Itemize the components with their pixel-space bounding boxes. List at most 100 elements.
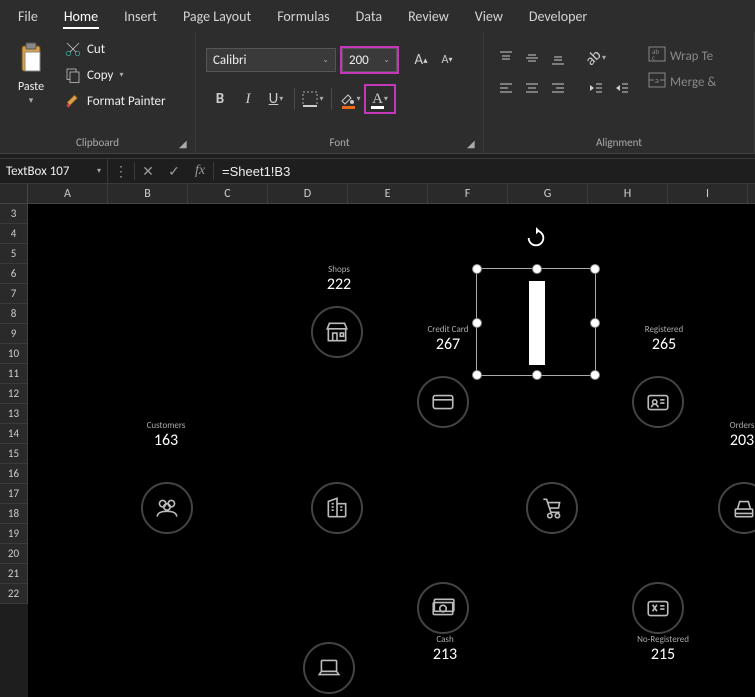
row-header[interactable]: 5 (0, 244, 27, 264)
borders-button[interactable]: ▾ (299, 86, 327, 112)
increase-font-button[interactable]: A▴ (409, 48, 433, 72)
row-header[interactable]: 15 (0, 444, 27, 464)
accept-formula-button[interactable]: ✓ (161, 159, 187, 183)
col-header[interactable]: I (668, 184, 748, 203)
tab-formulas[interactable]: Formulas (264, 2, 342, 31)
cut-button[interactable]: Cut (64, 40, 166, 58)
col-header[interactable]: G (508, 184, 588, 203)
resize-handle[interactable] (590, 370, 600, 380)
chevron-down-icon: ⌄ (322, 55, 329, 65)
align-left-button[interactable] (494, 76, 518, 100)
row-header[interactable]: 9 (0, 324, 27, 344)
tab-data[interactable]: Data (343, 2, 395, 31)
col-header[interactable]: F (428, 184, 508, 203)
tab-insert[interactable]: Insert (111, 2, 170, 31)
clipboard-icon (15, 42, 47, 74)
format-painter-button[interactable]: Format Painter (64, 92, 166, 110)
row-header[interactable]: 4 (0, 224, 27, 244)
fx-button[interactable]: fx (187, 159, 213, 183)
resize-handle[interactable] (590, 264, 600, 274)
italic-button[interactable]: I (234, 86, 262, 112)
fill-color-button[interactable]: ▾ (336, 86, 364, 112)
col-header[interactable]: B (108, 184, 188, 203)
align-bottom-button[interactable] (546, 46, 570, 70)
cancel-formula-button[interactable]: ✕ (135, 159, 161, 183)
font-name-select[interactable]: Calibri ⌄ (206, 48, 336, 72)
select-all-corner[interactable] (0, 184, 28, 203)
node-cash[interactable] (417, 582, 469, 634)
diagram-edges (28, 204, 328, 354)
resize-handle[interactable] (472, 370, 482, 380)
wrap-text-button[interactable]: abc Wrap Te (648, 46, 716, 66)
row-header[interactable]: 8 (0, 304, 27, 324)
col-header[interactable]: D (268, 184, 348, 203)
align-top-button[interactable] (494, 46, 518, 70)
tab-home[interactable]: Home (51, 2, 111, 31)
tab-file[interactable]: File (5, 2, 51, 31)
row-header[interactable]: 13 (0, 404, 27, 424)
node-building[interactable] (311, 482, 363, 534)
font-color-button[interactable]: A ▾ (366, 86, 394, 112)
font-dialog-launcher[interactable]: ◢ (467, 137, 481, 151)
tab-developer[interactable]: Developer (516, 2, 600, 31)
decrease-indent-button[interactable] (584, 76, 608, 100)
label-registered: Registered 265 (624, 324, 704, 354)
node-cart[interactable] (526, 482, 578, 534)
row-header[interactable]: 3 (0, 204, 27, 224)
clipboard-dialog-launcher[interactable]: ◢ (179, 137, 193, 151)
scissors-icon (64, 40, 82, 58)
hand-truck-icon (539, 495, 565, 521)
rotate-handle-icon[interactable] (525, 227, 547, 249)
resize-handle[interactable] (590, 318, 600, 328)
copy-button[interactable]: Copy ▾ (64, 66, 166, 84)
node-laptop[interactable] (303, 642, 355, 694)
decrease-font-button[interactable]: A▾ (435, 48, 459, 72)
row-header[interactable]: 16 (0, 464, 27, 484)
formula-input[interactable] (214, 164, 755, 179)
row-header[interactable]: 11 (0, 364, 27, 384)
align-center-button[interactable] (520, 76, 544, 100)
resize-handle[interactable] (472, 318, 482, 328)
font-size-select[interactable]: 200 ⌄ (342, 48, 397, 72)
col-header[interactable]: A (28, 184, 108, 203)
node-shops[interactable] (311, 306, 363, 358)
grid-area[interactable]: Shops 222 Customers 163 Credit Card 267 … (28, 204, 755, 697)
resize-handle[interactable] (532, 370, 542, 380)
row-header[interactable]: 12 (0, 384, 27, 404)
align-middle-button[interactable] (520, 46, 544, 70)
row-header[interactable]: 20 (0, 544, 27, 564)
increase-indent-button[interactable] (610, 76, 634, 100)
node-customers[interactable] (141, 482, 193, 534)
col-header[interactable]: E (348, 184, 428, 203)
tab-view[interactable]: View (462, 2, 516, 31)
bold-button[interactable]: B (206, 86, 234, 112)
node-registered[interactable] (632, 376, 684, 428)
chevron-down-icon: ⌄ (383, 55, 390, 65)
row-header[interactable]: 10 (0, 344, 27, 364)
merge-button[interactable]: a Merge & (648, 72, 716, 92)
align-right-button[interactable] (546, 76, 570, 100)
resize-handle[interactable] (472, 264, 482, 274)
tab-page-layout[interactable]: Page Layout (170, 2, 264, 31)
row-header[interactable]: 21 (0, 564, 27, 584)
row-header[interactable]: 17 (0, 484, 27, 504)
selected-textbox[interactable] (476, 268, 596, 376)
row-header[interactable]: 6 (0, 264, 27, 284)
row-header[interactable]: 22 (0, 584, 27, 604)
name-box[interactable]: TextBox 107 ▾ (0, 159, 108, 183)
row-header[interactable]: 19 (0, 524, 27, 544)
resize-handle[interactable] (532, 264, 542, 274)
col-header[interactable]: C (188, 184, 268, 203)
col-header[interactable]: H (588, 184, 668, 203)
row-header[interactable]: 7 (0, 284, 27, 304)
node-no-registered[interactable] (632, 582, 684, 634)
row-header[interactable]: 18 (0, 504, 27, 524)
node-credit-card[interactable] (417, 376, 469, 428)
underline-button[interactable]: U▾ (262, 86, 290, 112)
formula-expand-button[interactable]: ⋮ (108, 159, 134, 183)
row-header[interactable]: 14 (0, 424, 27, 444)
tab-review[interactable]: Review (395, 2, 462, 31)
orientation-button[interactable]: ab▾ (584, 46, 608, 70)
paste-button[interactable]: Paste ▾ (10, 40, 52, 106)
node-orders[interactable] (718, 482, 755, 534)
